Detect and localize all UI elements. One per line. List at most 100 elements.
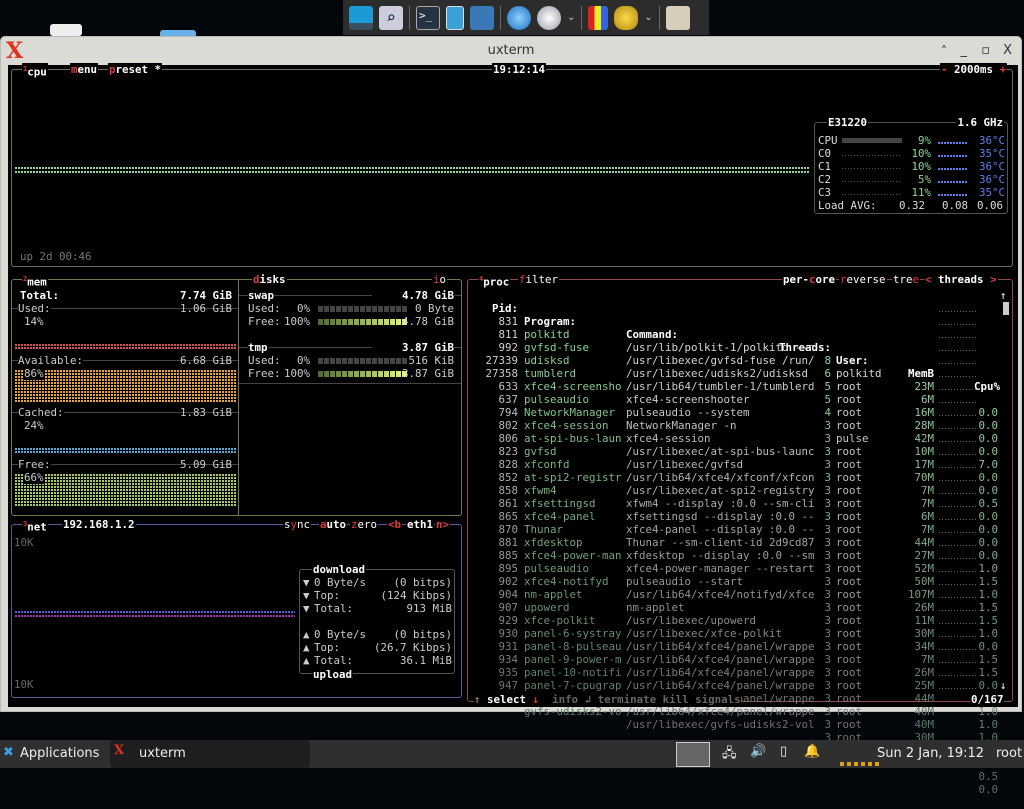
process-row[interactable]: 881 xfce4-power-man xfce4-power-manager … bbox=[468, 523, 1008, 640]
terminate-button[interactable]: terminate bbox=[598, 693, 657, 706]
tree-toggle[interactable]: tree bbox=[892, 273, 921, 286]
info-button[interactable]: info bbox=[552, 693, 578, 706]
browser-icon[interactable] bbox=[507, 5, 531, 30]
separator bbox=[581, 5, 583, 30]
cpu-tab[interactable]: 1cpu bbox=[22, 63, 48, 79]
disk-name: swap bbox=[248, 289, 275, 302]
process-row[interactable]: 828 at-spi2-registr /usr/libexec/at-spi2… bbox=[468, 445, 1008, 562]
process-row[interactable]: 637 NetworkManager NetworkManager -n 3 r… bbox=[468, 380, 1008, 497]
battery-icon[interactable]: ▯ bbox=[780, 744, 787, 759]
menu-button[interactable]: menu bbox=[70, 63, 99, 76]
process-row[interactable]: 930 panel-8-pulseau /usr/lib64/xfce4/pan… bbox=[468, 614, 1008, 731]
close-icon[interactable]: X bbox=[1003, 37, 1012, 65]
process-row[interactable]: 802 at-spi-bus-laun /usr/libexec/at-spi-… bbox=[468, 406, 1008, 523]
disk-free-label: Free: bbox=[248, 367, 281, 380]
mem-item-graph bbox=[15, 370, 237, 402]
separator bbox=[500, 5, 501, 30]
command: /usr/libexec/gvfs-udisks2-vol bbox=[626, 718, 815, 731]
file-cabinet-icon[interactable] bbox=[446, 5, 464, 30]
divider bbox=[239, 383, 461, 384]
cpu: 0.5 bbox=[978, 770, 998, 783]
process-row[interactable]: 865 Thunar Thunar --sm-client-id 2d9cd87… bbox=[468, 497, 1008, 614]
terminal-icon[interactable]: >_ bbox=[416, 5, 440, 30]
upload-arrow-icon: ▲ bbox=[303, 654, 310, 667]
process-row[interactable]: 861 xfce4-panel xfce4-panel --display :0… bbox=[468, 484, 1008, 601]
process-row[interactable]: 852 xfwm4 xfwm4 --display :0.0 --sm-cli … bbox=[468, 458, 1008, 575]
window-titlebar[interactable]: X uxterm ˄ _ ▫ X bbox=[1, 37, 1021, 65]
network-icon[interactable]: 🖧 bbox=[722, 744, 737, 766]
sort-selector[interactable]: < threads > bbox=[924, 273, 998, 286]
disk-used: 516 KiB bbox=[408, 354, 454, 367]
chevron-down-icon[interactable]: ⌄ bbox=[644, 12, 652, 23]
process-row[interactable]: 858 xfsettingsd xfsettingsd --display :0… bbox=[468, 471, 1008, 588]
interval-control[interactable]: - 2000ms + bbox=[940, 63, 1008, 76]
notification-bell-icon[interactable]: 🔔 bbox=[804, 744, 820, 759]
process-row[interactable]: 885 pulseaudio pulseaudio --start 3 root… bbox=[468, 536, 1008, 653]
pencils-icon[interactable] bbox=[588, 5, 609, 30]
minimize-icon[interactable]: _ bbox=[961, 37, 968, 65]
maximize-icon[interactable]: ▫ bbox=[981, 37, 990, 65]
select-button[interactable]: select bbox=[487, 693, 526, 706]
prev-interface-button[interactable]: <b bbox=[387, 518, 403, 531]
process-row[interactable]: 931 panel-9-power-m /usr/lib64/xfce4/pan… bbox=[468, 627, 1008, 744]
scroll-up-icon[interactable]: ↑ bbox=[1000, 289, 1007, 302]
auto-toggle[interactable]: auto bbox=[319, 518, 348, 531]
process-row[interactable]: 811 gvfsd-fuse /usr/libexec/gvfsd-fuse /… bbox=[468, 315, 1008, 432]
process-row[interactable]: 823 xfconfd /usr/lib64/xfce4/xfconf/xfco… bbox=[468, 432, 1008, 549]
terminal-area[interactable]: 1cpu menu preset * 19:12:14 - 2000ms + u… bbox=[8, 63, 1018, 796]
mem-tab[interactable]: 2mem bbox=[22, 273, 48, 289]
process-row[interactable]: 633 pulseaudio pulseaudio --system 3 pul… bbox=[468, 367, 1008, 484]
process-row[interactable]: 27358 xfce4-screensho xfce4-screenshoote… bbox=[468, 354, 1008, 471]
process-row[interactable]: 947 panel-14-action /usr/lib64/xfce4/pan… bbox=[468, 666, 1008, 783]
process-row[interactable]: 907 xfce-polkit /usr/libexec/xfce-polkit… bbox=[468, 588, 1008, 705]
signals-button[interactable]: signals bbox=[695, 693, 741, 706]
taskbar-user[interactable]: root bbox=[996, 746, 1022, 761]
desktop-icon[interactable] bbox=[349, 5, 373, 30]
sync-toggle[interactable]: sync bbox=[283, 518, 312, 531]
core-name: C0 bbox=[818, 147, 832, 160]
folder-icon[interactable] bbox=[665, 5, 690, 30]
process-row[interactable]: 902 nm-applet nm-applet 3 root 34M 1.5 bbox=[468, 562, 1008, 679]
search-icon[interactable]: ⌕ bbox=[379, 5, 403, 30]
disks-tab[interactable]: disks bbox=[252, 273, 287, 286]
next-interface-button[interactable]: n> bbox=[435, 518, 451, 531]
kill-button[interactable]: kill bbox=[663, 693, 689, 706]
process-row[interactable]: 794 xfce4-session xfce4-session 3 root 7… bbox=[468, 393, 1008, 510]
process-row[interactable]: 929 panel-6-systray /usr/lib64/xfce4/pan… bbox=[468, 601, 1008, 718]
net-tab[interactable]: 3net bbox=[22, 518, 48, 534]
mail-icon[interactable] bbox=[470, 5, 494, 30]
upload-arrow-icon: ▲ bbox=[303, 641, 310, 654]
process-row[interactable]: 984 gvfs-udisks2-vo /usr/libexec/gvfs-ud… bbox=[468, 679, 1008, 796]
desktop-drive-icon[interactable] bbox=[50, 24, 82, 36]
taskbar-clock[interactable]: Sun 2 Jan, 19:12 bbox=[877, 746, 984, 761]
proc-tab[interactable]: 4proc bbox=[478, 273, 511, 289]
cpu-sparkline bbox=[939, 350, 977, 351]
process-row[interactable]: 934 panel-10-notifi /usr/lib64/xfce4/pan… bbox=[468, 640, 1008, 757]
preset-button[interactable]: preset * bbox=[108, 63, 163, 76]
chevron-down-icon[interactable]: ⌄ bbox=[567, 12, 575, 23]
process-row[interactable]: 895 xfce4-notifyd /usr/lib64/xfce4/notif… bbox=[468, 549, 1008, 666]
teapot-icon[interactable] bbox=[614, 5, 639, 30]
volume-icon[interactable]: 🔊 bbox=[750, 744, 766, 759]
process-row[interactable]: 870 xfdesktop xfdesktop --display :0.0 -… bbox=[468, 510, 1008, 627]
filter-button[interactable]: filter bbox=[518, 273, 560, 286]
process-row[interactable]: 935 panel-7-cpugrap /usr/lib64/xfce4/pan… bbox=[468, 653, 1008, 770]
process-row[interactable]: 831 polkitd /usr/lib/polkit-1/polkitd --… bbox=[468, 302, 1008, 419]
process-row[interactable]: 27339 tumblerd /usr/lib64/tumbler-1/tumb… bbox=[468, 341, 1008, 458]
zero-toggle[interactable]: zero bbox=[350, 518, 379, 531]
per-core-toggle[interactable]: per-core bbox=[782, 273, 837, 286]
applications-menu[interactable]: Applications bbox=[20, 746, 99, 761]
net-stats-box: download upload ▼ 0 Byte/s (0 bitps) ▼ To… bbox=[299, 563, 455, 681]
cpu-graph-icon[interactable] bbox=[840, 762, 880, 766]
process-row[interactable]: 904 upowerd /usr/libexec/upowerd 3 root … bbox=[468, 575, 1008, 692]
process-row[interactable]: 992 udisksd /usr/libexec/udisks2/udisksd… bbox=[468, 328, 1008, 445]
reverse-toggle[interactable]: reverse bbox=[839, 273, 887, 286]
core-pct: 9% bbox=[917, 134, 931, 147]
chevron-up-icon[interactable]: ˄ bbox=[941, 37, 947, 65]
globe-icon[interactable] bbox=[537, 5, 561, 30]
applications-menu-icon[interactable]: ✖ bbox=[3, 745, 14, 760]
io-toggle[interactable]: io bbox=[432, 273, 448, 286]
uxterm-icon[interactable] bbox=[676, 742, 710, 767]
process-row[interactable]: 806 gvfsd /usr/libexec/gvfsd 3 root 7M 0… bbox=[468, 419, 1008, 536]
task-uxterm[interactable]: X uxterm bbox=[110, 740, 310, 768]
